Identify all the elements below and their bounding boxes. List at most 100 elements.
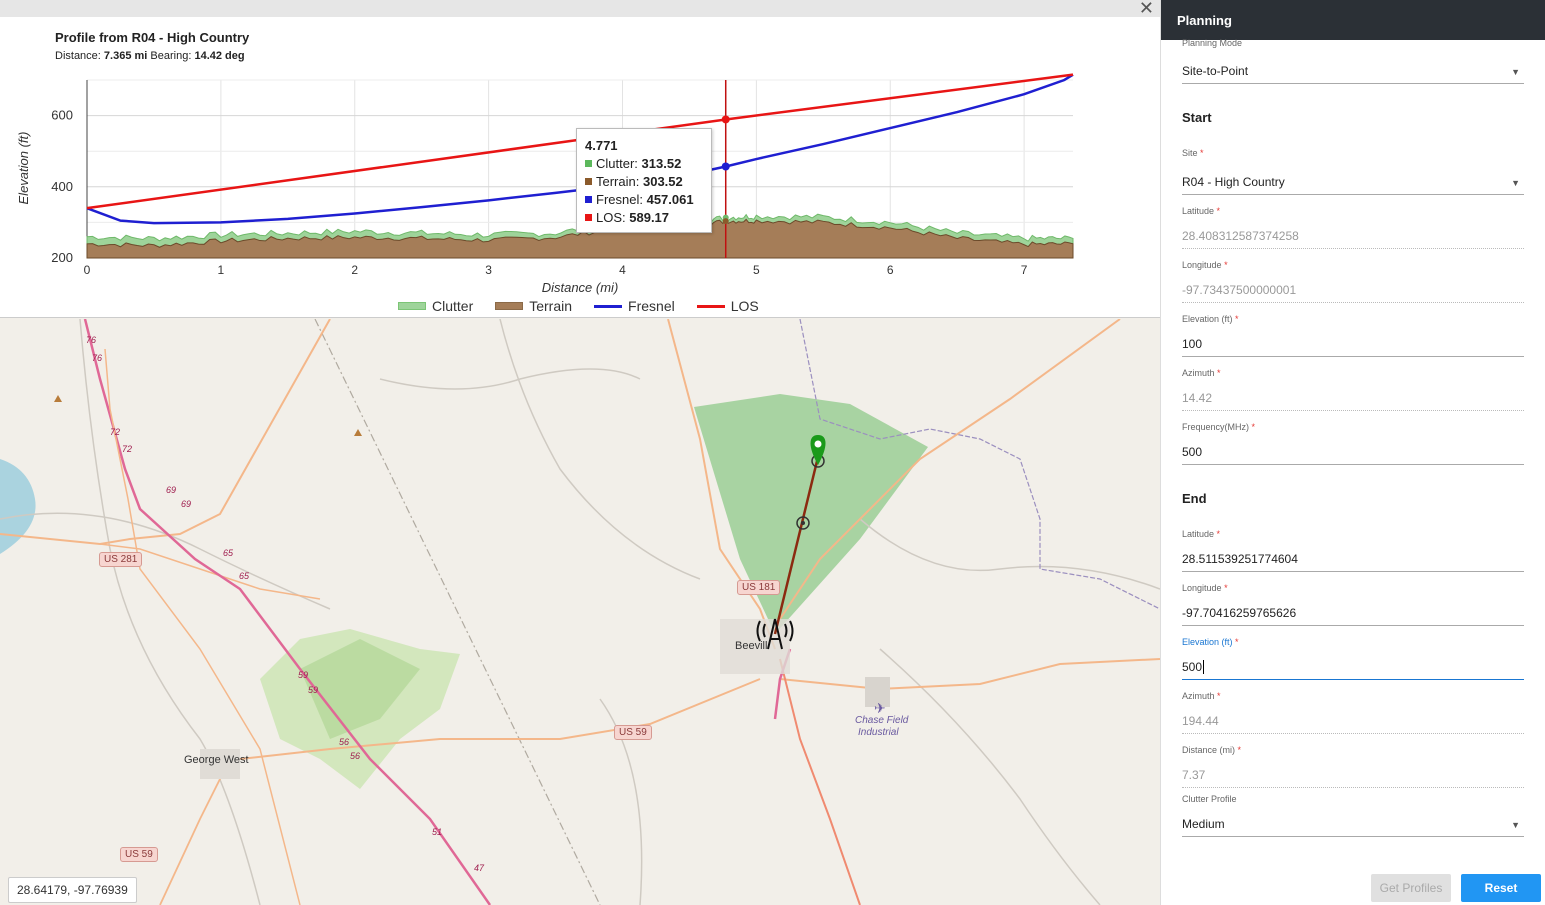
road-number: 69 — [181, 499, 192, 509]
tooltip-fresnel: Fresnel: 457.061 — [585, 191, 703, 209]
shield-us281: US 281 — [99, 552, 143, 567]
road-number: 65 — [239, 571, 250, 581]
end-azimuth-field[interactable]: 194.44 — [1182, 714, 1524, 734]
airport-icon: ✈ — [874, 700, 886, 716]
get-profiles-button[interactable]: Get Profiles — [1371, 874, 1451, 902]
road-number: 65 — [223, 548, 234, 558]
elevation-profile-chart[interactable]: 0 1 2 3 4 5 6 7 200 400 600 Distance (mi) Elevatio… — [0, 70, 1100, 296]
bearing-value: 14.42 deg — [194, 50, 245, 62]
x-tick-label: 1 — [218, 263, 225, 277]
x-tick-label: 5 — [753, 263, 760, 277]
map-canvas[interactable]: ✈ — [0, 319, 1160, 905]
reset-button[interactable]: Reset — [1461, 874, 1541, 902]
cursor-point-fresnel — [721, 162, 730, 171]
chevron-down-icon: ▼ — [1511, 820, 1520, 830]
legend-terrain[interactable]: Terrain — [495, 298, 572, 314]
distance-value: 7.365 mi — [103, 50, 148, 62]
road-orange — [0, 319, 331, 546]
peak-icon — [54, 395, 62, 402]
sidebar-header: Planning — [1161, 0, 1545, 40]
y-tick-label: 400 — [51, 179, 73, 194]
road-number: 51 — [432, 827, 443, 837]
latitude-label: Latitude * — [1182, 206, 1221, 216]
shield-us59: US 59 — [614, 725, 652, 740]
longitude-field[interactable]: -97.73437500000001 — [1182, 283, 1524, 303]
cursor-point-los — [721, 115, 730, 124]
end-longitude-label: Longitude * — [1182, 583, 1228, 593]
end-heading: End — [1182, 491, 1207, 506]
road-orange — [159, 758, 231, 905]
peak-icon — [354, 429, 362, 436]
town-label-beeville: Beevill — [735, 640, 768, 652]
road-number: 59 — [298, 670, 309, 680]
y-tick-label: 600 — [51, 108, 73, 123]
x-tick-label: 6 — [887, 263, 894, 277]
end-elevation-label: Elevation (ft) * — [1182, 637, 1239, 647]
elevation-label: Elevation (ft) * — [1182, 314, 1239, 324]
highway-pink — [83, 319, 492, 905]
y-tick-label: 200 — [51, 250, 73, 265]
profile-panel: ✕ Profile from R04 - High Country Distan… — [0, 0, 1160, 318]
y-axis-label: Elevation (ft) — [16, 132, 31, 205]
frequency-label: Frequency(MHz) * — [1182, 422, 1256, 432]
road-gray — [499, 319, 701, 580]
distance-label: Distance: — [55, 50, 101, 62]
road-number: 56 — [350, 751, 361, 761]
frequency-field[interactable]: 500 — [1182, 445, 1524, 465]
road-red — [779, 658, 861, 905]
road-number: 76 — [86, 335, 97, 345]
start-heading: Start — [1182, 110, 1212, 125]
tooltip-terrain: Terrain: 303.52 — [585, 173, 703, 191]
road-number: 59 — [308, 685, 319, 695]
profile-subtitle: Distance: 7.365 mi Bearing: 14.42 deg — [55, 50, 245, 62]
planning-sidebar: Planning Planning Mode Site-to-Point ▼ St… — [1160, 0, 1545, 905]
azimuth-field[interactable]: 14.42 — [1182, 391, 1524, 411]
legend-clutter[interactable]: Clutter — [398, 298, 473, 314]
cursor-coordinates: 28.64179, -97.76939 — [8, 877, 137, 903]
end-latitude-field[interactable]: 28.511539251774604 — [1182, 552, 1524, 572]
x-tick-label: 7 — [1021, 263, 1028, 277]
x-tick-label: 2 — [351, 263, 358, 277]
x-tick-label: 0 — [84, 263, 91, 277]
planning-mode-label: Planning Mode — [1182, 38, 1243, 48]
x-tick-label: 3 — [485, 263, 492, 277]
tooltip-x: 4.771 — [585, 138, 618, 153]
profile-title: Profile from R04 - High Country — [55, 30, 250, 45]
azimuth-label: Azimuth * — [1182, 368, 1221, 378]
elevation-field[interactable]: 100 — [1182, 337, 1524, 357]
site-label: Site * — [1182, 148, 1204, 158]
road-number: 76 — [92, 353, 103, 363]
distance-label: Distance (mi) * — [1182, 745, 1242, 755]
chart-legend: Clutter Terrain Fresnel LOS — [398, 298, 759, 314]
road-number: 56 — [339, 737, 350, 747]
close-icon[interactable]: ✕ — [1139, 0, 1154, 18]
airport-label-1: Chase Field — [855, 715, 909, 726]
profile-topbar: ✕ — [0, 0, 1160, 18]
tooltip-clutter: Clutter: 313.52 — [585, 155, 703, 173]
road-number: 72 — [122, 444, 133, 454]
road-orange — [779, 658, 1160, 691]
road-gray — [0, 512, 331, 610]
legend-fresnel[interactable]: Fresnel — [594, 298, 675, 314]
coverage-sector — [694, 394, 928, 634]
airport-label-2: Industrial — [858, 727, 899, 738]
clutter-profile-label: Clutter Profile — [1182, 794, 1237, 804]
planning-mode-select[interactable]: Site-to-Point ▼ — [1182, 64, 1524, 84]
longitude-label: Longitude * — [1182, 260, 1228, 270]
end-elevation-field[interactable]: 500 — [1182, 660, 1524, 680]
legend-los[interactable]: LOS — [696, 298, 759, 314]
road-gray — [379, 368, 641, 390]
distance-field[interactable]: 7.37 — [1182, 768, 1524, 788]
road-number: 72 — [110, 427, 121, 437]
tooltip-los: LOS: 589.17 — [585, 209, 703, 227]
chart-tooltip: 4.771 Clutter: 313.52 Terrain: 303.52 Fr… — [576, 128, 712, 233]
map-view[interactable]: ✈ Beevill George West Chase Field Indust… — [0, 319, 1160, 905]
road-number: 69 — [166, 485, 177, 495]
clutter-profile-select[interactable]: Medium ▼ — [1182, 817, 1524, 837]
site-select[interactable]: R04 - High Country ▼ — [1182, 175, 1524, 195]
end-longitude-field[interactable]: -97.70416259765626 — [1182, 606, 1524, 626]
latitude-field[interactable]: 28.408312587374258 — [1182, 229, 1524, 249]
end-azimuth-label: Azimuth * — [1182, 691, 1221, 701]
railroad — [314, 319, 601, 905]
bearing-label: Bearing: — [150, 50, 192, 62]
